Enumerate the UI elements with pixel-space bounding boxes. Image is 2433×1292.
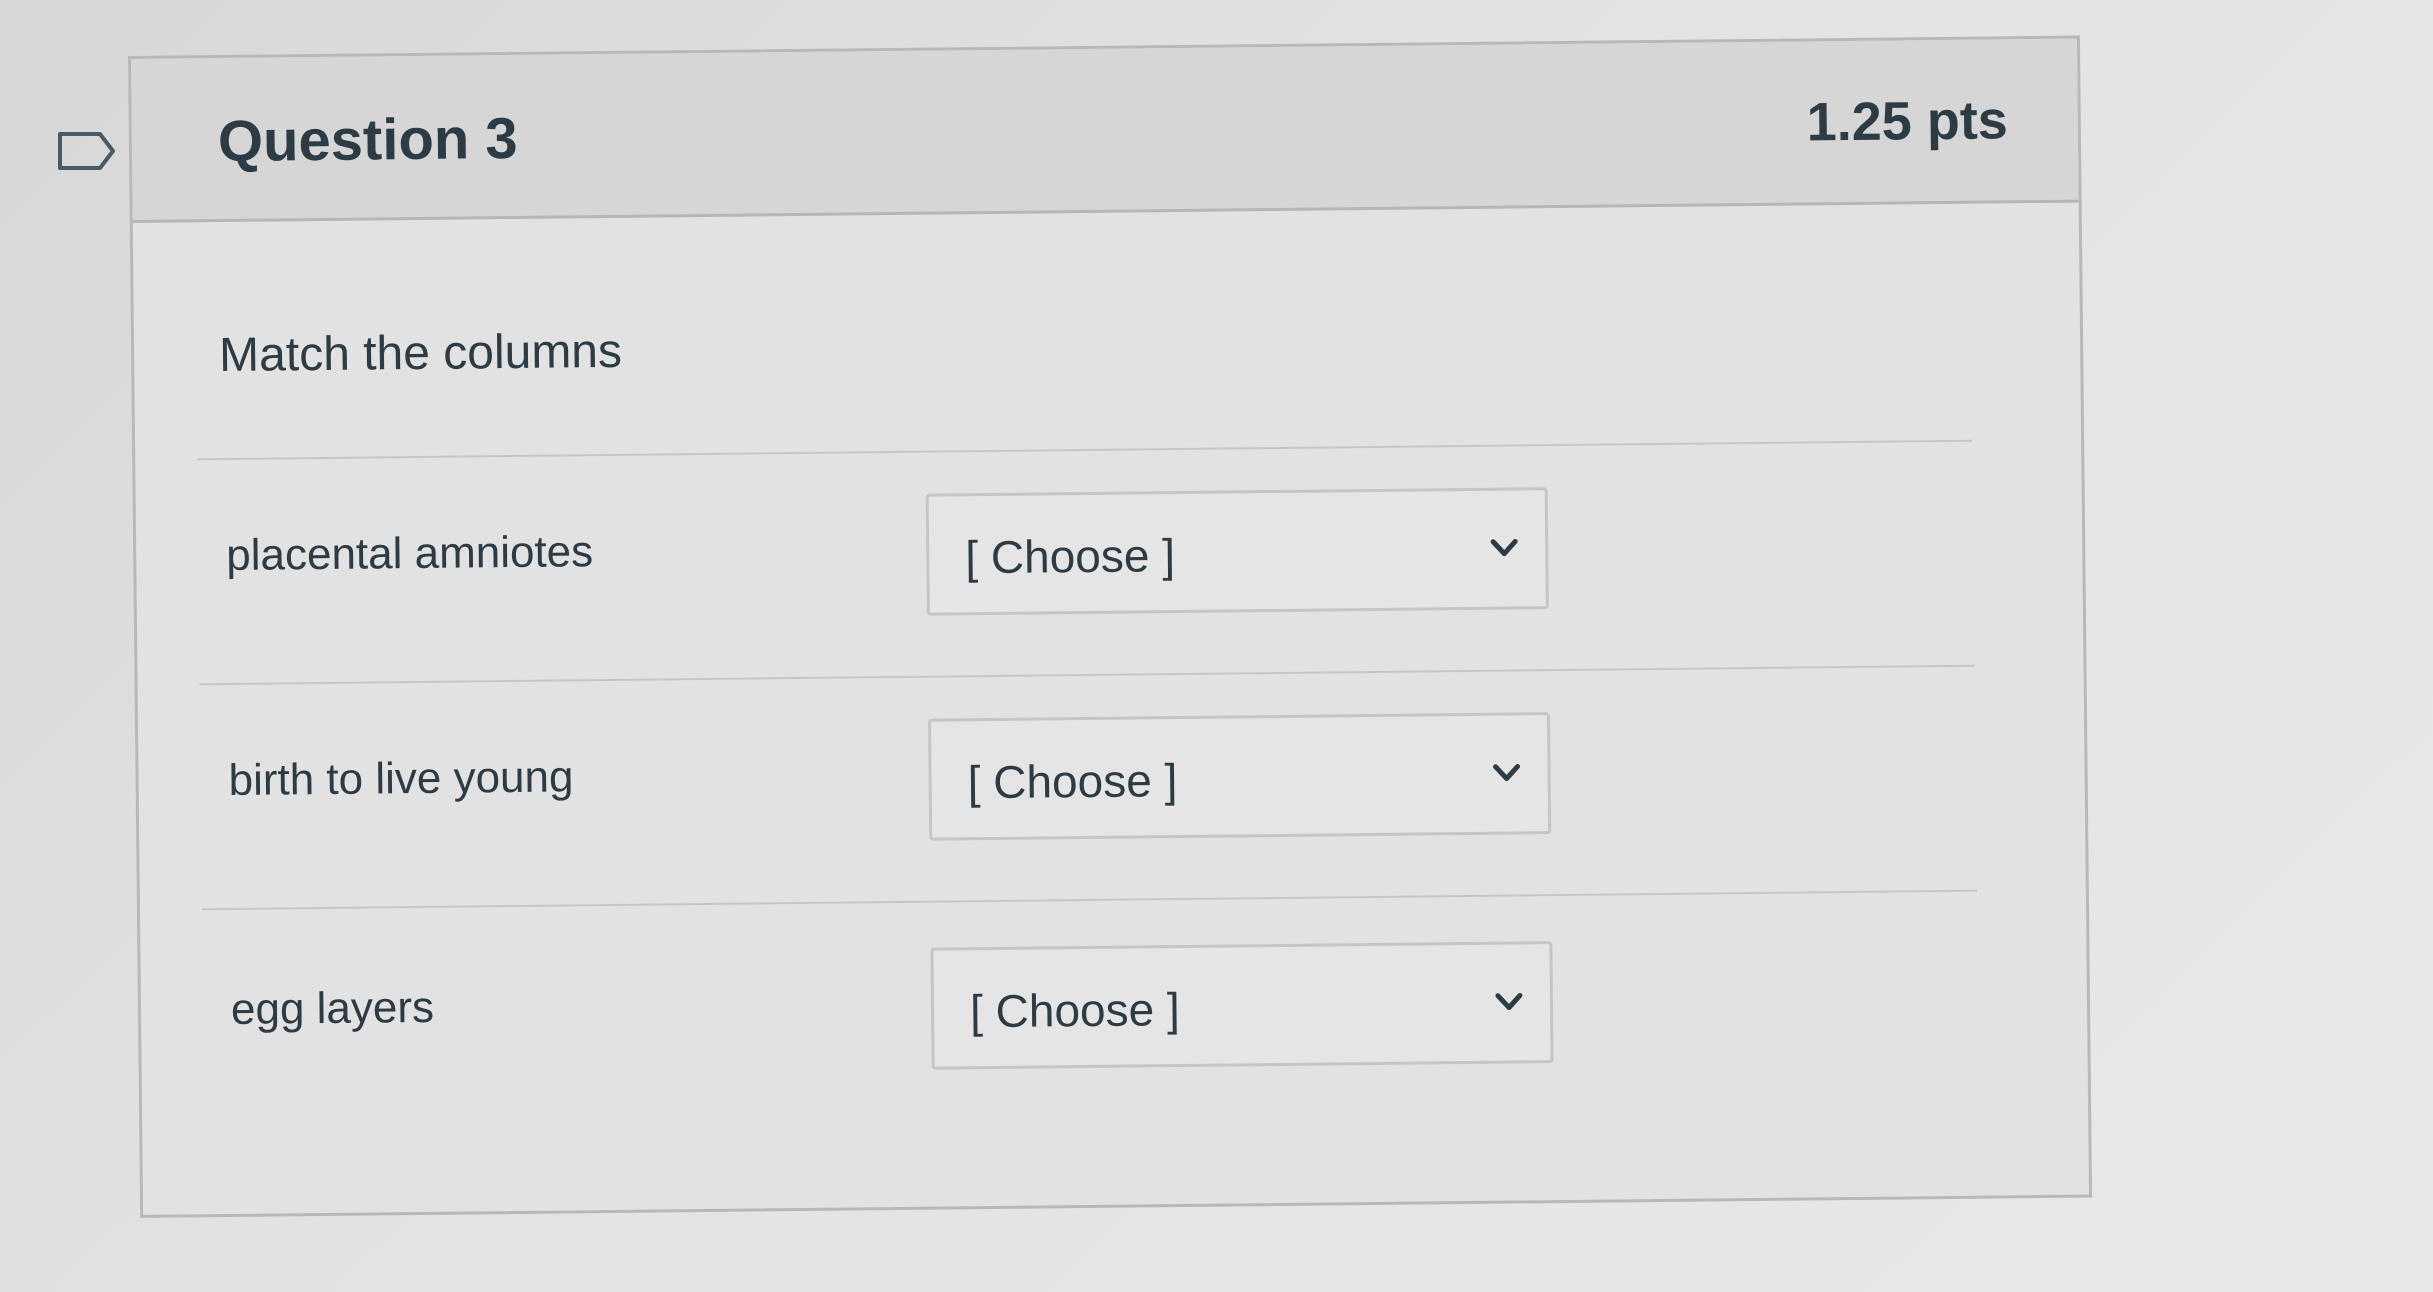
- match-row: birth to live young [ Choose ]: [138, 707, 2085, 867]
- flag-question-icon[interactable]: [57, 131, 117, 171]
- match-row: placental amniotes [ Choose ]: [136, 482, 2083, 642]
- divider: [197, 439, 1973, 461]
- question-title: Question 3: [217, 105, 518, 175]
- divider: [201, 889, 1977, 911]
- chevron-down-icon: [1491, 761, 1521, 785]
- question-points: 1.25 pts: [1806, 90, 2009, 153]
- dropdown-selected-value: [ Choose ]: [967, 754, 1178, 809]
- chevron-down-icon: [1489, 536, 1519, 560]
- answer-dropdown[interactable]: [ Choose ]: [930, 941, 1554, 1070]
- dropdown-selected-value: [ Choose ]: [965, 529, 1176, 584]
- question-header: Question 3 1.25 pts: [131, 38, 2079, 223]
- match-prompt-label: egg layers: [230, 982, 435, 1034]
- question-instructions: Match the columns: [218, 324, 623, 383]
- answer-dropdown[interactable]: [ Choose ]: [927, 712, 1552, 841]
- answer-dropdown[interactable]: [ Choose ]: [925, 487, 1549, 616]
- match-row: egg layers [ Choose ]: [140, 936, 2087, 1096]
- match-prompt-label: placental amniotes: [225, 527, 594, 580]
- flag-outline-icon: [58, 132, 115, 170]
- match-prompt-label: birth to live young: [228, 752, 574, 805]
- divider: [199, 664, 1975, 686]
- dropdown-selected-value: [ Choose ]: [969, 983, 1180, 1038]
- screenshot-background: Question 3 1.25 pts Match the columns pl…: [0, 0, 2433, 1292]
- chevron-down-icon: [1494, 990, 1524, 1014]
- question-card: Question 3 1.25 pts Match the columns pl…: [128, 35, 2093, 1218]
